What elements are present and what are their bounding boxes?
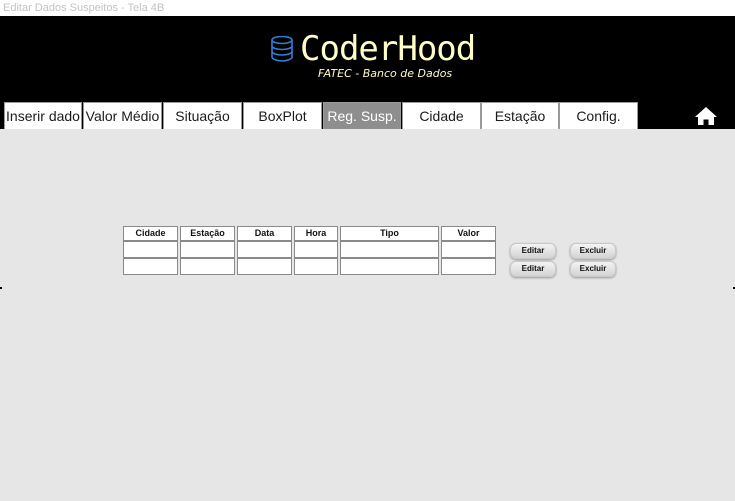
tab-reg-susp[interactable]: Reg. Susp. <box>323 102 401 129</box>
logo: CoderHood FATEC - Banco de Dados <box>270 29 480 82</box>
logo-subtitle: FATEC - Banco de Dados <box>318 67 453 80</box>
tab-inserir-dado[interactable]: Inserir dado <box>4 102 82 129</box>
cell-valor[interactable] <box>441 258 496 275</box>
tab-valor-medio[interactable]: Valor Médio <box>83 102 162 129</box>
delete-button[interactable]: Excluir <box>570 243 616 259</box>
cell-data[interactable] <box>237 258 292 275</box>
cell-tipo[interactable] <box>340 241 439 258</box>
column-header: Tipo <box>340 226 439 241</box>
edge-marker-left <box>0 287 2 289</box>
table-row <box>123 258 496 275</box>
edit-button[interactable]: Editar <box>510 261 556 277</box>
table-row <box>123 241 496 258</box>
cell-cidade[interactable] <box>123 241 178 258</box>
app-header: CoderHood FATEC - Banco de Dados Inserir… <box>0 16 735 129</box>
tab-config[interactable]: Config. <box>559 102 638 129</box>
cell-hora[interactable] <box>294 258 338 275</box>
column-header: Hora <box>294 226 338 241</box>
cell-tipo[interactable] <box>340 258 439 275</box>
tab-situacao[interactable]: Situação <box>163 102 242 129</box>
home-icon[interactable] <box>694 106 718 126</box>
tab-boxplot[interactable]: BoxPlot <box>243 102 322 129</box>
tab-estacao[interactable]: Estação <box>481 102 559 129</box>
edit-button[interactable]: Editar <box>510 243 556 259</box>
cell-data[interactable] <box>237 241 292 258</box>
database-icon <box>271 36 293 62</box>
window-title: Editar Dados Suspeitos - Tela 4B <box>0 0 735 16</box>
delete-button[interactable]: Excluir <box>570 261 616 277</box>
column-header: Estação <box>180 226 235 241</box>
logo-title: CoderHood <box>300 29 476 69</box>
cell-valor[interactable] <box>441 241 496 258</box>
column-header: Cidade <box>123 226 178 241</box>
column-header: Valor <box>441 226 496 241</box>
tab-cidade[interactable]: Cidade <box>402 102 481 129</box>
suspect-records-table: Cidade Estação Data Hora Tipo Valor <box>121 226 498 275</box>
cell-cidade[interactable] <box>123 258 178 275</box>
cell-estacao[interactable] <box>180 241 235 258</box>
column-header: Data <box>237 226 292 241</box>
cell-hora[interactable] <box>294 241 338 258</box>
cell-estacao[interactable] <box>180 258 235 275</box>
